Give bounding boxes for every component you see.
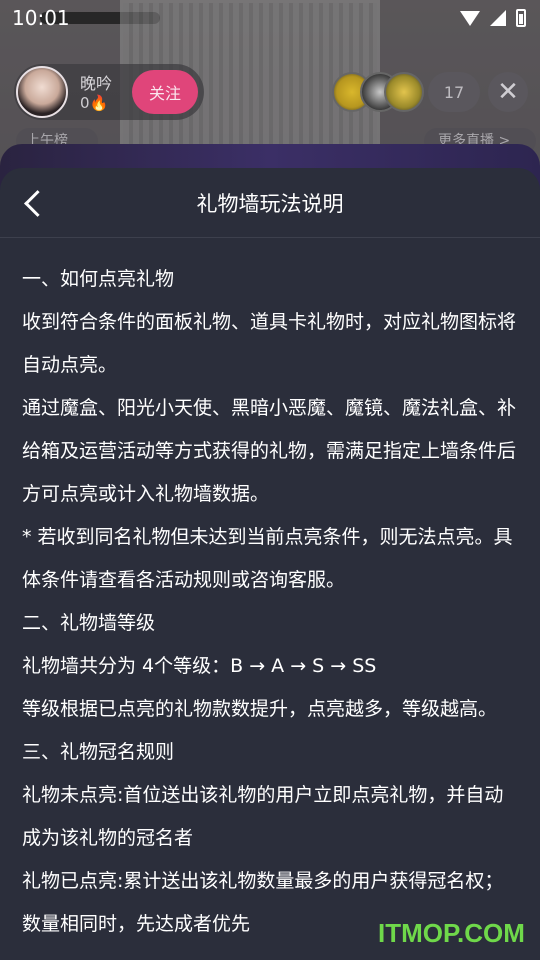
- rules-paragraph: 礼物未点亮:首位送出该礼物的用户立即点亮礼物，并自动成为该礼物的冠名者: [22, 784, 504, 849]
- back-arrow-icon[interactable]: [20, 188, 48, 218]
- rules-paragraph: 通过魔盒、阳光小天使、黑暗小恶魔、魔镜、魔法礼盒、补给箱及运营活动等方式获得的礼…: [22, 397, 517, 505]
- host-pill[interactable]: 晚吟 0🔥 关注: [14, 64, 204, 120]
- rules-paragraph: 一、如何点亮礼物: [22, 268, 175, 290]
- status-icons: [460, 9, 526, 27]
- rules-content: 一、如何点亮礼物 收到符合条件的面板礼物、道具卡礼物时，对应礼物图标将自动点亮。…: [0, 238, 540, 946]
- status-bar: 10:01: [0, 0, 540, 36]
- rules-paragraph: 礼物墙共分为 4个等级：B → A → S → SS: [22, 655, 377, 677]
- site-watermark: ITMOP.COM: [378, 918, 525, 948]
- rules-paragraph: 等级根据已点亮的礼物款数提升，点亮越多，等级越高。: [22, 698, 498, 720]
- host-info-bar: 晚吟 0🔥 关注 17 ✕: [14, 64, 528, 122]
- wifi-icon: [460, 10, 480, 26]
- follow-button[interactable]: 关注: [132, 70, 198, 114]
- viewer-avatar[interactable]: [384, 72, 424, 112]
- viewer-count[interactable]: 17: [428, 72, 480, 112]
- sheet-header: 礼物墙玩法说明: [0, 168, 540, 238]
- close-icon[interactable]: ✕: [488, 72, 528, 112]
- rules-paragraph: 二、礼物墙等级: [22, 612, 156, 634]
- host-avatar[interactable]: [16, 66, 68, 118]
- sheet-title: 礼物墙玩法说明: [196, 191, 344, 216]
- gift-wall-rules-sheet: 礼物墙玩法说明 一、如何点亮礼物 收到符合条件的面板礼物、道具卡礼物时，对应礼物…: [0, 168, 540, 960]
- rules-paragraph: * 若收到同名礼物但未达到当前点亮条件，则无法点亮。具体条件请查看各活动规则或咨…: [22, 526, 513, 591]
- status-time: 10:01: [12, 6, 70, 30]
- rules-paragraph: 收到符合条件的面板礼物、道具卡礼物时，对应礼物图标将自动点亮。: [22, 311, 517, 376]
- host-name: 晚吟: [80, 74, 113, 93]
- rules-paragraph: 三、礼物冠名规则: [22, 741, 175, 763]
- host-fans: 0🔥: [80, 94, 109, 112]
- signal-icon: [490, 10, 506, 26]
- battery-icon: [516, 9, 526, 27]
